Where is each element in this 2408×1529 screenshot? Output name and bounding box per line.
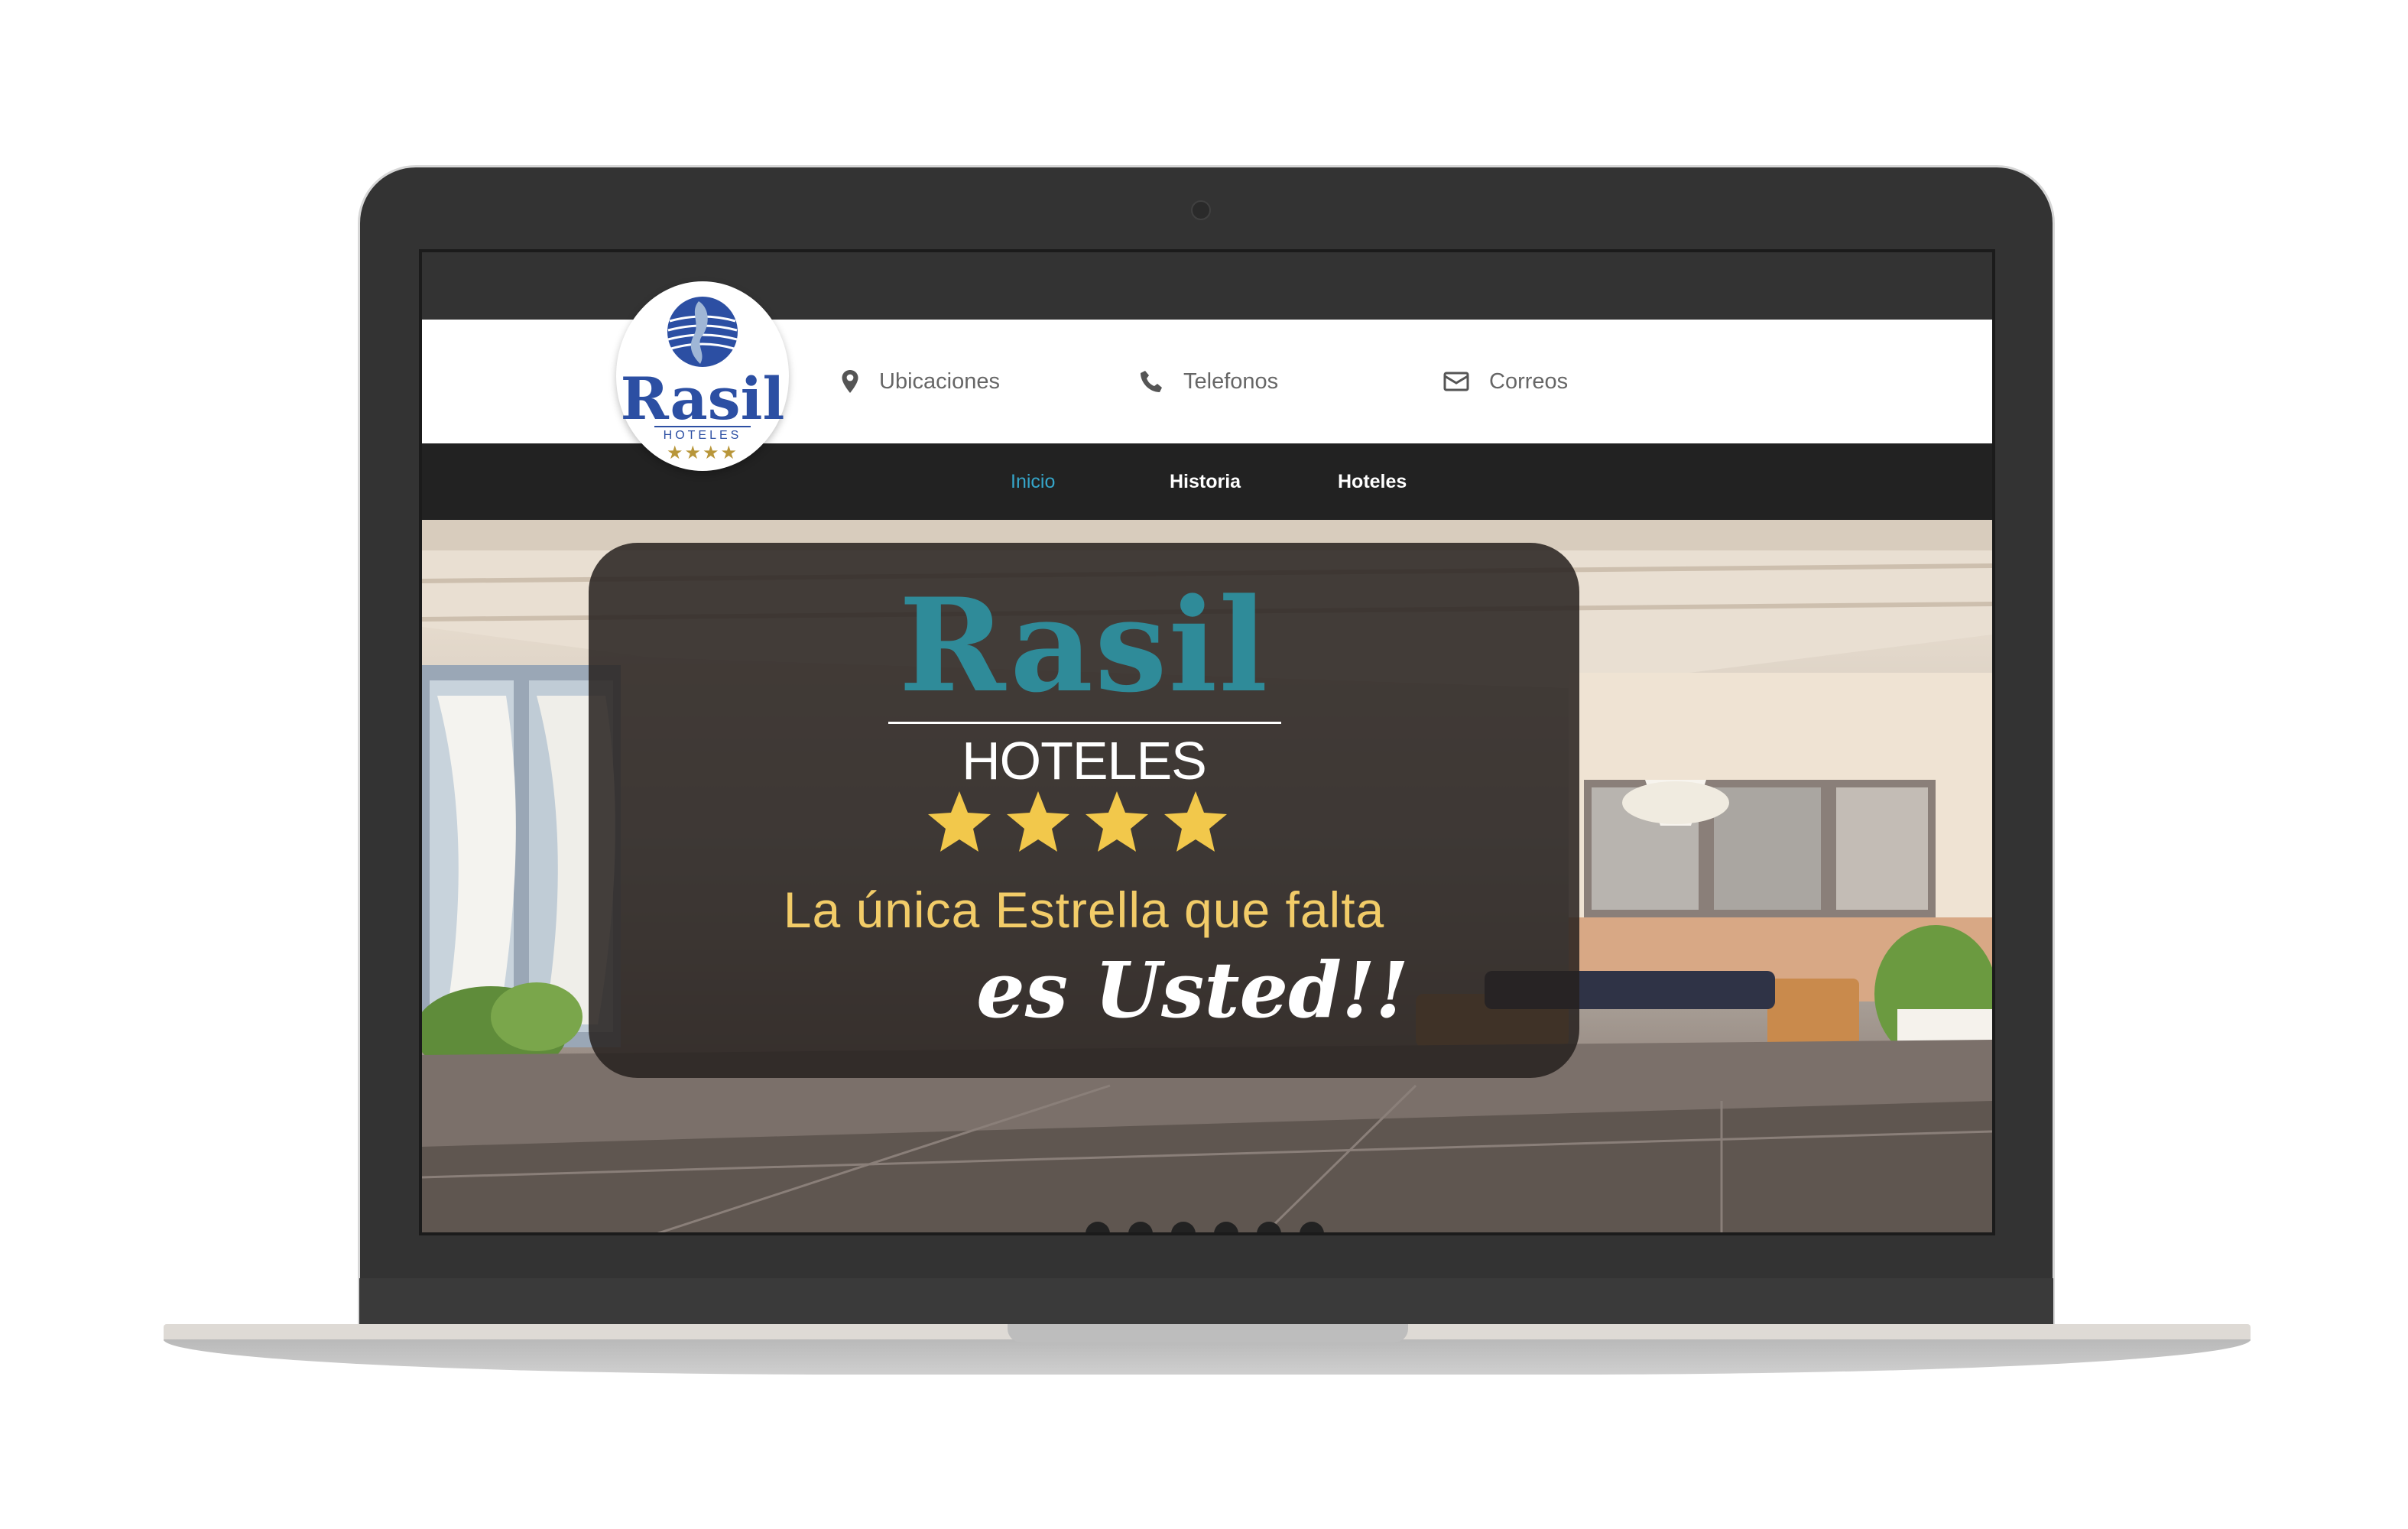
logo-subtitle: HOTELES (664, 429, 742, 442)
emails-link[interactable]: Correos (1443, 320, 1568, 443)
hero-slider[interactable]: Rasil HOTELES La única Estrella que falt… (422, 520, 1992, 1232)
hero-overlay: Rasil HOTELES La única Estrella que falt… (589, 543, 1579, 1078)
locations-label: Ubicaciones (879, 368, 1000, 394)
star-icon (928, 791, 991, 852)
rasil-logo-mark: Rasil HOTELES ★★★★ (621, 297, 785, 463)
hero-divider (888, 722, 1281, 724)
camera-icon (1191, 200, 1211, 220)
slider-dots (1086, 1222, 1342, 1232)
laptop-base-bottom (164, 1339, 2251, 1375)
nav-inicio[interactable]: Inicio (1011, 443, 1055, 520)
slider-dot[interactable] (1214, 1222, 1238, 1232)
hero-title: Rasil (898, 570, 1270, 721)
logo-wordmark: Rasil (621, 365, 785, 433)
slider-dot[interactable] (1086, 1222, 1110, 1232)
nav-hoteles[interactable]: Hoteles (1338, 443, 1407, 520)
slider-dot[interactable] (1300, 1222, 1324, 1232)
slider-dot[interactable] (1171, 1222, 1196, 1232)
hero-subtitle: HOTELES (962, 731, 1207, 790)
nav-historia[interactable]: Historia (1170, 443, 1241, 520)
site-logo[interactable]: Rasil HOTELES ★★★★ (616, 281, 789, 471)
star-icon (1086, 791, 1148, 852)
emails-label: Correos (1489, 368, 1569, 394)
phone-icon (1141, 371, 1162, 392)
hero-tagline-2: es Usted!! (976, 945, 1409, 1035)
laptop-chin (359, 1278, 2053, 1327)
envelope-icon (1443, 372, 1469, 391)
slider-dot[interactable] (1128, 1222, 1153, 1232)
phones-label: Telefonos (1183, 368, 1279, 394)
hero-tagline: La única Estrella que falta (783, 881, 1385, 938)
screen: Ubicaciones Telefonos Correos Inicio His… (419, 249, 1995, 1235)
logo-stars: ★★★★ (667, 442, 738, 463)
star-icon (1164, 791, 1227, 852)
locations-link[interactable]: Ubicaciones (841, 320, 1000, 443)
laptop-notch (1008, 1324, 1408, 1342)
hero-stars (928, 791, 1227, 852)
star-icon (1007, 791, 1069, 852)
phones-link[interactable]: Telefonos (1139, 320, 1278, 443)
map-marker-icon (842, 370, 858, 393)
slider-dot[interactable] (1257, 1222, 1281, 1232)
